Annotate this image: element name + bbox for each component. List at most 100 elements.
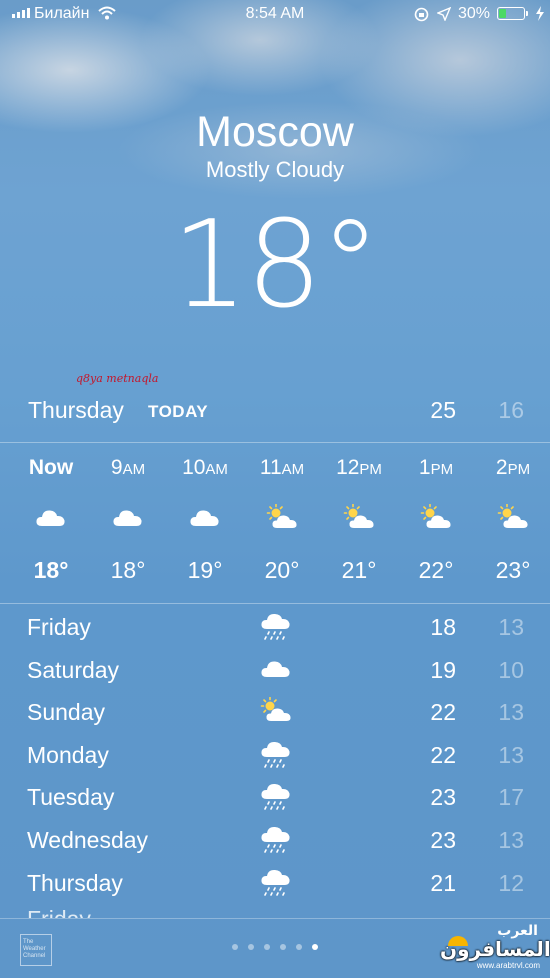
hour-temperature: 18° bbox=[110, 557, 146, 583]
page-dot[interactable] bbox=[280, 944, 286, 950]
day-low: 17 bbox=[498, 784, 524, 811]
day-name: Wednesday bbox=[27, 827, 149, 853]
bottom-bar: Friday The Weather Channel العرب المسافر… bbox=[0, 906, 550, 978]
day-low: 13 bbox=[498, 614, 524, 640]
hour-number: 2 bbox=[495, 456, 508, 479]
hour-suffix: PM bbox=[359, 461, 382, 478]
hour-label: 10AM bbox=[167, 456, 243, 480]
page-dot[interactable] bbox=[296, 944, 302, 950]
hour-label: Now bbox=[13, 456, 89, 480]
location-arrow-icon bbox=[437, 7, 451, 21]
day-low: 13 bbox=[498, 699, 524, 726]
today-low: 16 bbox=[498, 397, 524, 423]
weather-channel-logo[interactable]: The Weather Channel bbox=[20, 934, 52, 966]
page-dot[interactable] bbox=[232, 944, 238, 950]
rain-cloud-icon bbox=[260, 612, 292, 642]
partly-cloudy-icon bbox=[343, 503, 375, 530]
today-tag: TODAY bbox=[148, 402, 209, 421]
partly-cloudy-icon bbox=[260, 696, 292, 727]
today-day: Thursday bbox=[28, 397, 124, 423]
daily-row: Tuesday 23 17 bbox=[0, 776, 550, 818]
brand-url-text: www.arabtrvl.com bbox=[476, 961, 540, 970]
hour-label: 11AM bbox=[244, 456, 320, 480]
partly-cloudy-icon bbox=[420, 503, 452, 530]
day-low: 13 bbox=[498, 741, 524, 768]
day-name: Tuesday bbox=[27, 784, 115, 811]
current-temperature: 18° bbox=[171, 196, 381, 335]
day-name: Saturday bbox=[27, 656, 120, 683]
hour-temperature: 20° bbox=[264, 557, 300, 583]
day-name: Sunday bbox=[27, 699, 106, 726]
rain-cloud-icon bbox=[260, 740, 292, 770]
hour-label: 2PM bbox=[475, 456, 550, 480]
rotation-lock-icon bbox=[414, 7, 429, 22]
hour-number: 1 bbox=[418, 456, 431, 479]
hour-number: 11 bbox=[259, 456, 282, 479]
site-logo: العرب المسافرون www.arabtrvl.com bbox=[440, 922, 550, 974]
partial-row-peek: Friday bbox=[0, 906, 550, 918]
cloud-icon bbox=[35, 504, 67, 530]
day-name: Thursday bbox=[27, 869, 123, 896]
city-name: Moscow bbox=[196, 108, 354, 156]
partial-row-day: Friday bbox=[27, 906, 91, 918]
partly-cloudy-icon bbox=[266, 503, 298, 530]
battery-icon bbox=[497, 7, 525, 20]
day-name: Friday bbox=[27, 614, 91, 640]
divider-footer bbox=[0, 918, 550, 919]
daily-row: Saturday 19 10 bbox=[0, 649, 550, 691]
battery-percent: 30% bbox=[458, 5, 491, 22]
hour-number: Now bbox=[28, 456, 74, 479]
hour-temperature: 19° bbox=[187, 557, 223, 583]
rain-cloud-icon bbox=[260, 825, 292, 855]
daily-row: Monday 22 13 bbox=[0, 734, 550, 776]
day-name: Monday bbox=[27, 741, 109, 768]
hour-suffix: PM bbox=[430, 461, 454, 478]
hour-label: 12PM bbox=[321, 456, 397, 480]
hour-suffix: AM bbox=[205, 461, 228, 478]
day-low: 13 bbox=[498, 827, 524, 853]
day-low: 12 bbox=[498, 869, 524, 896]
day-high: 21 bbox=[430, 869, 456, 896]
today-high: 25 bbox=[430, 397, 456, 423]
rain-cloud-icon bbox=[260, 868, 292, 898]
day-high: 19 bbox=[430, 656, 456, 683]
daily-row: Wednesday 23 13 bbox=[0, 819, 550, 861]
day-high: 18 bbox=[430, 614, 456, 640]
watermark-text: q8ya metnaqla bbox=[76, 372, 159, 385]
hour-label: 9AM bbox=[90, 456, 166, 480]
hour-temperature: 23° bbox=[495, 557, 531, 583]
day-high: 22 bbox=[430, 741, 456, 768]
hour-suffix: AM bbox=[281, 461, 305, 478]
status-bar: Билайн 8:54 AM 30% bbox=[0, 0, 550, 30]
cloud-icon bbox=[112, 504, 144, 530]
daily-row: Sunday 22 13 bbox=[0, 691, 550, 733]
cloud-icon bbox=[260, 655, 292, 685]
partly-cloudy-icon bbox=[497, 503, 529, 530]
hour-temperature: 18° bbox=[33, 557, 69, 583]
hour-temperature: 22° bbox=[418, 557, 454, 583]
page-dot[interactable] bbox=[264, 944, 270, 950]
day-high: 23 bbox=[430, 827, 456, 853]
rain-cloud-icon bbox=[260, 782, 292, 812]
cloud-icon bbox=[189, 504, 221, 530]
hour-number: 9 bbox=[110, 456, 123, 479]
hour-number: 12 bbox=[336, 456, 360, 479]
hour-number: 10 bbox=[182, 456, 206, 479]
divider-top bbox=[0, 442, 550, 443]
hour-label: 1PM bbox=[398, 456, 474, 480]
daily-row: Thursday 21 12 bbox=[0, 862, 550, 904]
hour-suffix: PM bbox=[507, 461, 531, 478]
daily-row: Friday 18 13 bbox=[0, 606, 550, 648]
day-low: 10 bbox=[498, 656, 524, 683]
charging-icon bbox=[536, 6, 544, 21]
day-high: 22 bbox=[430, 699, 456, 726]
day-high: 23 bbox=[430, 784, 456, 811]
page-dot[interactable] bbox=[312, 944, 318, 950]
condition-text: Mostly Cloudy bbox=[205, 157, 345, 182]
divider-bottom bbox=[0, 603, 550, 604]
hour-suffix: AM bbox=[122, 461, 146, 478]
today-summary-row: Thursday TODAY 25 16 bbox=[0, 395, 550, 429]
battery-cap bbox=[526, 11, 528, 16]
hourly-forecast[interactable]: Now 18° 9AM 18° 10AM 19° 11AM 20° 12PM 21° 1PM 22° 2… bbox=[0, 444, 550, 602]
page-dot[interactable] bbox=[248, 944, 254, 950]
